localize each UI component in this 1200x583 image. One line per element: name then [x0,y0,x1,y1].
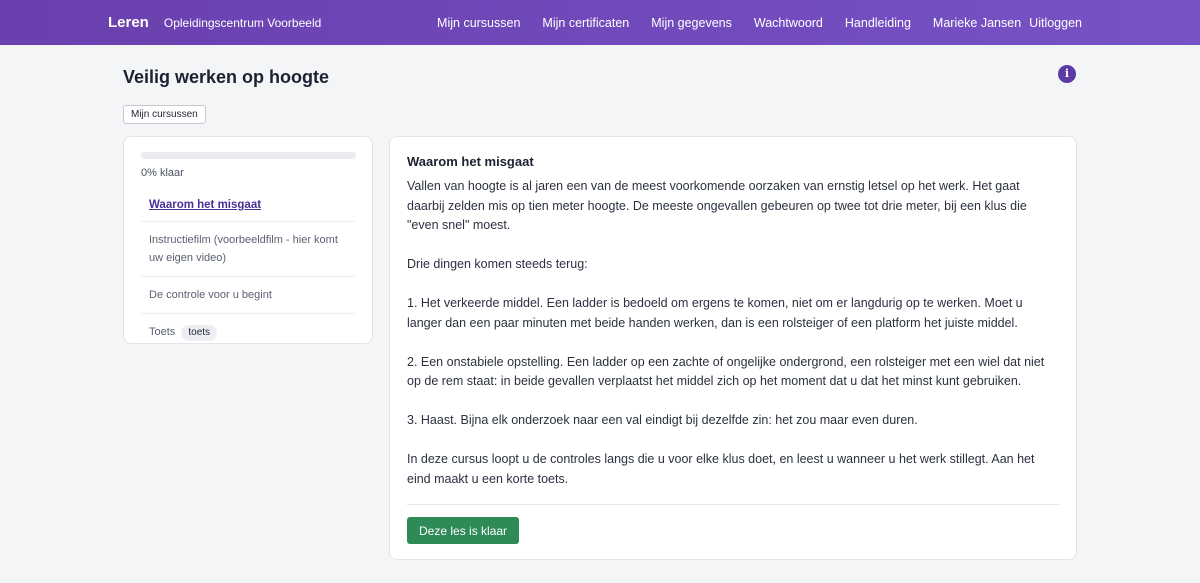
lesson-content-panel: Waarom het misgaat Vallen van hoogte is … [389,136,1077,560]
lesson-paragraph: 1. Het verkeerde middel. Een ladder is b… [407,296,1023,330]
lesson-done-button[interactable]: Deze les is klaar [407,517,520,544]
nav-manual[interactable]: Handleiding [845,16,911,30]
nav-password[interactable]: Wachtwoord [754,16,823,30]
main-nav: Mijn cursussen Mijn certificaten Mijn ge… [415,16,1082,30]
lesson-paragraph: 3. Haast. Bijna elk onderzoek naar een v… [407,413,918,427]
lesson-title: Waarom het misgaat [407,154,534,169]
divider [407,504,1059,505]
lesson-type-badge: toets [181,325,218,341]
lesson-paragraph: In deze cursus loopt u de controles lang… [407,452,1035,486]
brand-logo[interactable]: Leren [108,14,149,31]
progress-bar [141,152,356,159]
nav-my-courses[interactable]: Mijn cursussen [437,16,520,30]
lesson-item-waarom-het-misgaat[interactable]: Waarom het misgaat [141,196,355,222]
progress-label: 0% klaar [141,167,184,179]
user-name-link[interactable]: Marieke Jansen [933,16,1021,30]
lesson-item-controle[interactable]: De controle voor u begint [141,277,355,314]
page-title: Veilig werken op hoogte [123,67,330,87]
lesson-item-instructiefilm[interactable]: Instructiefilm (voorbeeldfilm - hier kom… [141,222,355,277]
nav-my-certificates[interactable]: Mijn certificaten [542,16,629,30]
lesson-item-toets[interactable]: Toets toets [141,314,355,350]
lesson-paragraph: Drie dingen komen steeds terug: [407,257,588,271]
logout-link[interactable]: Uitloggen [1029,16,1082,30]
lesson-paragraph: 2. Een onstabiele opstelling. Een ladder… [407,354,1045,389]
lesson-paragraph: Vallen van hoogte is al jaren een van de… [407,179,1027,232]
organization-name: Opleidingscentrum Voorbeeld [163,15,322,30]
lesson-body: Vallen van hoogte is al jaren een van de… [407,177,1059,489]
lesson-item-label: Toets [149,326,176,338]
breadcrumb-my-courses-button[interactable]: Mijn cursussen [123,105,206,124]
nav-my-details[interactable]: Mijn gegevens [651,16,732,30]
top-navigation-bar: Leren Opleidingscentrum Voorbeeld Mijn c… [0,0,1200,45]
course-sidebar: 0% klaar Waarom het misgaat Instructiefi… [123,136,373,344]
lesson-list: Waarom het misgaat Instructiefilm (voorb… [141,196,355,350]
info-icon[interactable]: i [1058,65,1076,83]
